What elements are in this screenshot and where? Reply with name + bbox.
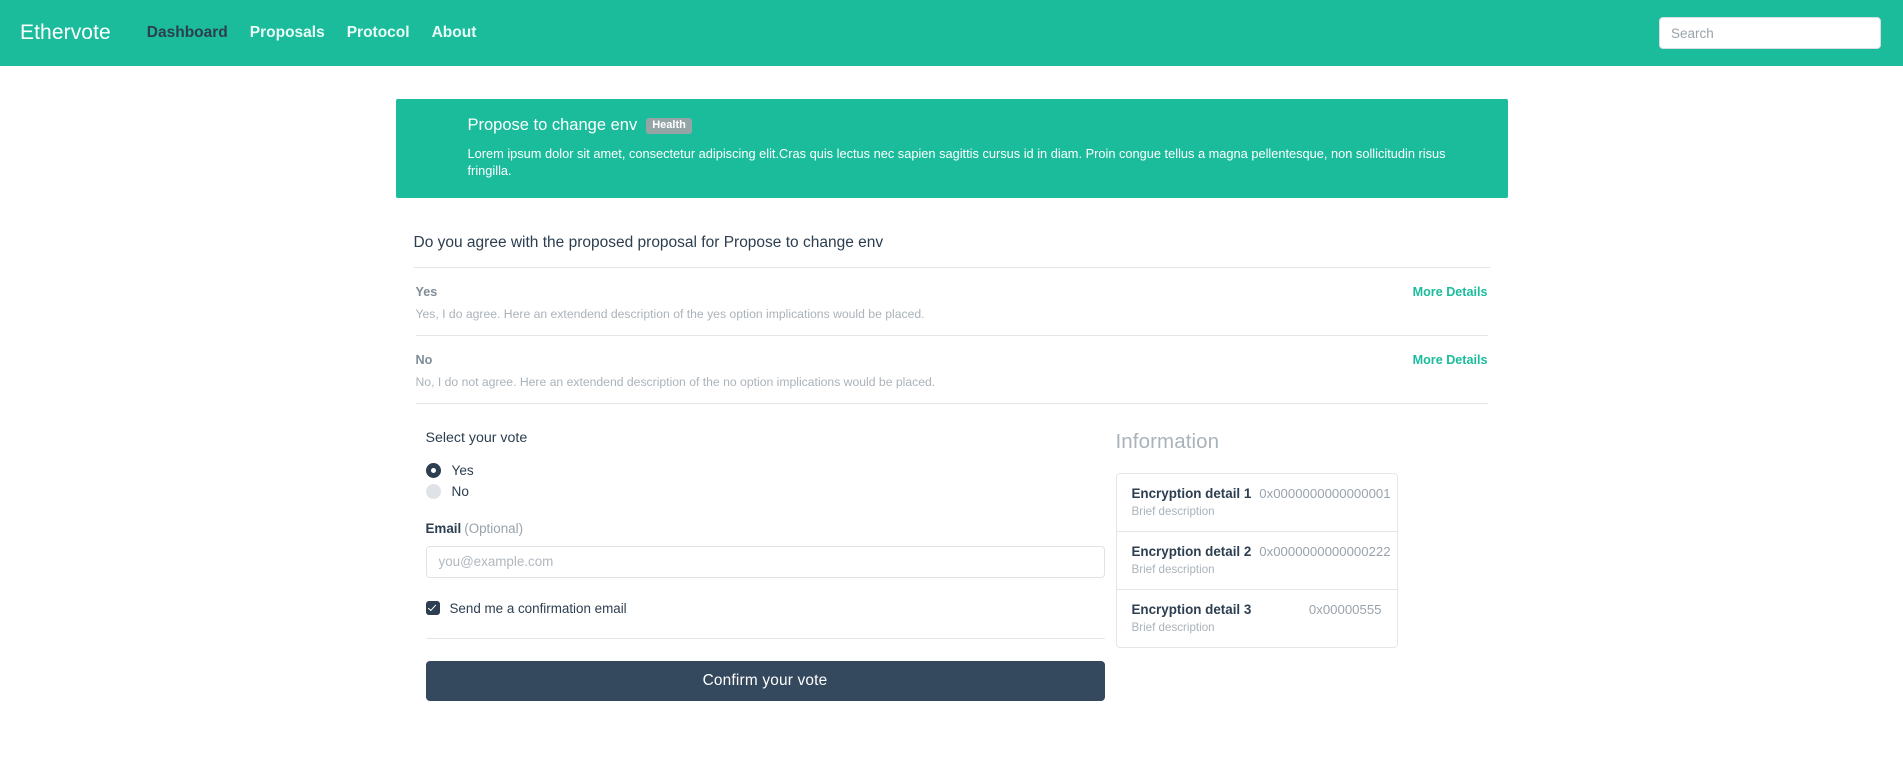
information-item-3-value: 0x00000555	[1308, 601, 1382, 617]
content-container: Propose to change env Health Lorem ipsum…	[395, 99, 1508, 701]
lower-section: Select your vote Yes No Email (Optional) …	[396, 430, 1508, 701]
nav-link-proposals[interactable]: Proposals	[250, 24, 325, 42]
information-item-2-description: Brief description	[1131, 562, 1215, 576]
email-input[interactable]	[425, 545, 1105, 578]
option-row-yes: Yes More Details Yes, I do agree. Here a…	[414, 268, 1490, 335]
option-description-no: No, I do not agree. Here an extendend de…	[415, 374, 936, 389]
confirmation-email-checkbox[interactable]	[425, 601, 440, 616]
email-label-text: Email	[425, 520, 462, 536]
more-details-link-yes[interactable]: More Details	[1413, 285, 1488, 299]
more-details-link-no[interactable]: More Details	[1413, 353, 1488, 367]
radio-no[interactable]	[425, 483, 441, 499]
nav-link-dashboard[interactable]: Dashboard	[147, 24, 228, 42]
nav-link-protocol[interactable]: Protocol	[347, 24, 410, 42]
radio-yes[interactable]	[425, 462, 441, 478]
option-label-no: No	[415, 352, 433, 367]
question-title: Do you agree with the proposed proposal …	[413, 233, 884, 251]
nav-link-about[interactable]: About	[432, 24, 477, 42]
question-block: Do you agree with the proposed proposal …	[396, 234, 1508, 404]
information-item-1-description: Brief description	[1131, 504, 1215, 518]
option-head-no: No More Details	[416, 353, 1488, 367]
email-optional-text: (Optional)	[464, 520, 524, 536]
proposal-description: Lorem ipsum dolor sit amet, consectetur …	[467, 146, 1446, 179]
proposal-banner: Propose to change env Health Lorem ipsum…	[395, 99, 1508, 198]
information-item-3: Encryption detail 3 0x00000555 Brief des…	[1117, 590, 1397, 647]
section-divider	[415, 402, 1488, 404]
information-item-2-name: Encryption detail 2	[1131, 543, 1252, 559]
email-field-label: Email (Optional)	[426, 521, 1076, 536]
radio-row-yes[interactable]: Yes	[425, 462, 1076, 478]
confirm-vote-button[interactable]: Confirm your vote	[425, 660, 1105, 701]
option-description-yes: Yes, I do agree. Here an extendend descr…	[415, 306, 925, 321]
information-item-2-value: 0x0000000000000222	[1259, 543, 1391, 559]
proposal-title: Propose to change env	[467, 116, 638, 134]
search-input[interactable]	[1659, 17, 1881, 49]
radio-label-yes: Yes	[451, 462, 474, 478]
search-container	[1659, 17, 1881, 49]
information-item-3-description: Brief description	[1131, 620, 1215, 634]
radio-label-no: No	[451, 483, 469, 499]
information-item-2: Encryption detail 2 0x0000000000000222 B…	[1116, 532, 1397, 590]
vote-form: Select your vote Yes No Email (Optional) …	[414, 429, 1105, 701]
banner-title-row: Propose to change env Health	[468, 116, 1488, 135]
information-item-1: Encryption detail 1 0x0000000000000001 B…	[1116, 474, 1397, 532]
information-item-3-head: Encryption detail 3 0x00000555	[1132, 602, 1382, 617]
information-title: Information	[1115, 429, 1220, 453]
information-panel: Information Encryption detail 1 0x000000…	[1076, 430, 1490, 701]
form-divider	[425, 637, 1105, 639]
information-item-1-name: Encryption detail 1	[1131, 485, 1252, 501]
information-item-1-head: Encryption detail 1 0x0000000000000001	[1131, 485, 1391, 501]
nav-links: Dashboard Proposals Protocol About	[147, 24, 477, 42]
information-card: Encryption detail 1 0x0000000000000001 B…	[1115, 472, 1398, 648]
information-item-2-head: Encryption detail 2 0x0000000000000222	[1131, 543, 1391, 559]
information-item-3-name: Encryption detail 3	[1131, 601, 1252, 617]
option-row-no: No More Details No, I do not agree. Here…	[414, 336, 1490, 403]
section-divider-wrap	[414, 402, 1490, 404]
option-head-yes: Yes More Details	[416, 285, 1488, 299]
information-item-1-value: 0x0000000000000001	[1259, 485, 1391, 501]
radio-row-no[interactable]: No	[425, 483, 1076, 499]
brand-logo[interactable]: Ethervote	[20, 21, 111, 45]
confirmation-email-label: Send me a confirmation email	[449, 600, 627, 616]
page-body: Propose to change env Health Lorem ipsum…	[0, 66, 1903, 701]
top-navbar: Ethervote Dashboard Proposals Protocol A…	[0, 0, 1903, 66]
proposal-category-badge: Health	[646, 117, 692, 134]
option-label-yes: Yes	[415, 284, 438, 299]
confirmation-email-row[interactable]: Send me a confirmation email	[425, 600, 1076, 616]
vote-form-legend: Select your vote	[425, 429, 528, 446]
